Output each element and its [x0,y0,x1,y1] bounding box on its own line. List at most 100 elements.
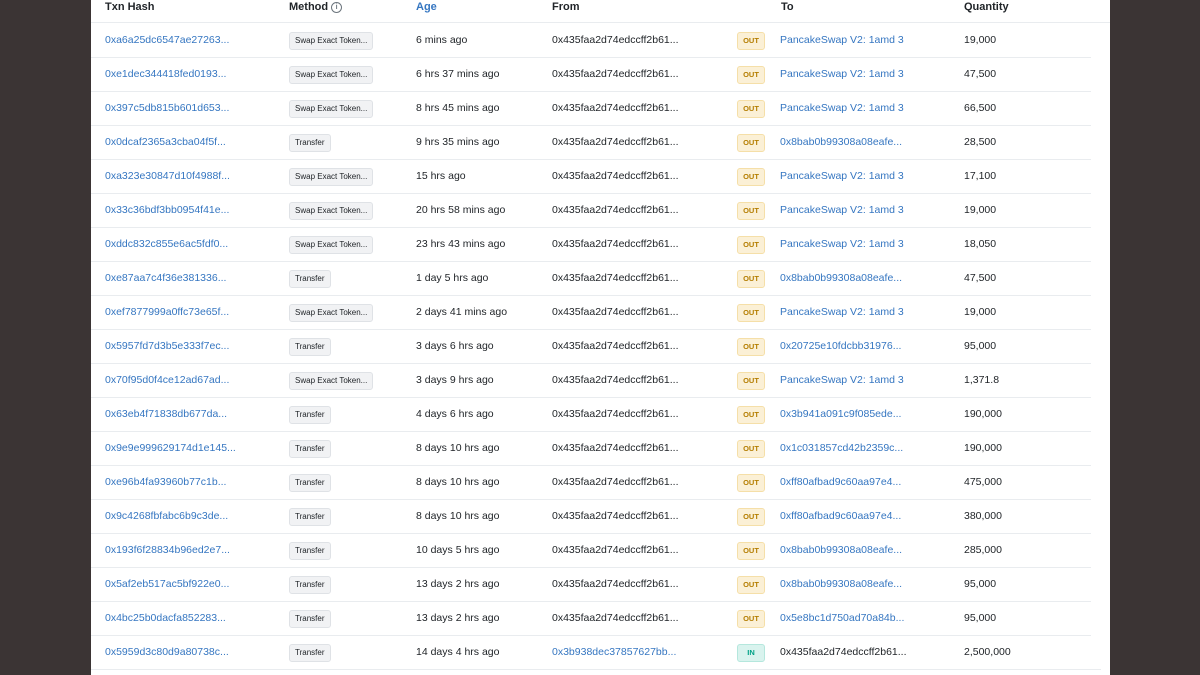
direction-badge: OUT [737,202,765,220]
direction-badge: OUT [737,304,765,322]
from-address: 0x435faa2d74edccff2b61... [552,102,679,114]
token-transfers-panel: Txn Hash Method i Age From To Quantity 0x… [91,0,1110,675]
to-address[interactable]: 0x8bab0b99308a08eafe... [780,261,902,295]
to-address[interactable]: PancakeSwap V2: 1amd 3 [780,363,904,397]
header-method-label: Method [289,1,329,13]
header-to: To [781,1,794,13]
table-row: 0x9c4268fbfabc6b9c3de... Transfer 8 days 1… [91,499,1091,534]
direction-badge: OUT [737,542,765,560]
table-row: 0x70f95d0f4ce12ad67ad... Swap Exact Token… [91,363,1091,398]
method-badge: Swap Exact Token... [289,168,374,186]
from-address: 0x435faa2d74edccff2b61... [552,238,679,250]
age-text: 8 days 10 hrs ago [416,476,500,488]
from-address: 0x435faa2d74edccff2b61... [552,34,679,46]
txn-hash-link[interactable]: 0xddc832c855e6ac5fdf0... [105,227,228,261]
table-row: 0xa6a25dc6547ae27263... Swap Exact Token.… [91,23,1091,58]
to-address[interactable]: 0x1c031857cd42b2359c... [780,431,903,465]
txn-hash-link[interactable]: 0x397c5db815b601d653... [105,91,229,125]
to-address[interactable]: PancakeSwap V2: 1amd 3 [780,159,904,193]
txn-hash-link[interactable]: 0x70f95d0f4ce12ad67ad... [105,363,229,397]
method-badge: Transfer [289,542,331,560]
txn-hash-link[interactable]: 0xe1dec344418fed0193... [105,57,226,91]
txn-hash-link[interactable]: 0x4bc25b0dacfa852283... [105,601,226,635]
age-text: 23 hrs 43 mins ago [416,238,506,250]
method-badge: Transfer [289,644,331,662]
age-text: 1 day 5 hrs ago [416,272,489,284]
quantity-value: 95,000 [964,340,997,352]
age-text: 13 days 2 hrs ago [416,612,500,624]
method-badge: Swap Exact Token... [289,32,374,50]
method-badge: Swap Exact Token... [289,236,374,254]
to-address[interactable]: 0x8bab0b99308a08eafe... [780,125,902,159]
txn-hash-link[interactable]: 0x9c4268fbfabc6b9c3de... [105,499,228,533]
to-address[interactable]: PancakeSwap V2: 1amd 3 [780,91,904,125]
direction-badge: OUT [737,338,765,356]
txn-hash-link[interactable]: 0xa323e30847d10f4988f... [105,159,230,193]
from-address: 0x435faa2d74edccff2b61... [552,204,679,216]
age-text: 10 days 5 hrs ago [416,544,500,556]
txn-hash-link[interactable]: 0x5957fd7d3b5e333f7ec... [105,329,229,363]
table-row: 0xe1dec344418fed0193... Swap Exact Token.… [91,57,1091,92]
txn-hash-link[interactable]: 0xe96b4fa93960b77c1b... [105,465,226,499]
from-address: 0x435faa2d74edccff2b61... [552,374,679,386]
quantity-value: 95,000 [964,578,997,590]
to-address[interactable]: 0x8bab0b99308a08eafe... [780,567,902,601]
quantity-value: 47,500 [964,272,997,284]
table-row: 0xe96b4fa93960b77c1b... Transfer 8 days 10… [91,465,1091,500]
to-address[interactable]: 0x8bab0b99308a08eafe... [780,533,902,567]
method-badge: Transfer [289,508,331,526]
method-badge: Swap Exact Token... [289,372,374,390]
to-address[interactable]: 0x20725e10fdcbb31976... [780,329,901,363]
from-address: 0x435faa2d74edccff2b61... [552,442,679,454]
from-address[interactable]: 0x3b938dec37857627bb... [552,635,676,669]
to-address[interactable]: PancakeSwap V2: 1amd 3 [780,295,904,329]
txn-hash-link[interactable]: 0xef7877999a0ffc73e65f... [105,295,229,329]
to-address[interactable]: PancakeSwap V2: 1amd 3 [780,23,904,57]
header-txn-hash: Txn Hash [105,1,155,13]
method-badge: Transfer [289,610,331,628]
age-text: 14 days 4 hrs ago [416,646,500,658]
header-method: Method i [289,0,343,14]
table-row: 0x193f6f28834b96ed2e7... Transfer 10 days … [91,533,1091,568]
txn-hash-link[interactable]: 0x63eb4f71838db677da... [105,397,227,431]
method-badge: Swap Exact Token... [289,304,374,322]
txn-hash-link[interactable]: 0x0dcaf2365a3cba04f5f... [105,125,226,159]
table-row: 0x9e9e999629174d1e145... Transfer 8 days 1… [91,431,1091,466]
quantity-value: 190,000 [964,408,1002,420]
direction-badge: OUT [737,440,765,458]
method-badge: Swap Exact Token... [289,100,374,118]
to-address[interactable]: 0x5e8bc1d750ad70a84b... [780,601,904,635]
age-text: 20 hrs 58 mins ago [416,204,506,216]
direction-badge: OUT [737,100,765,118]
age-text: 8 hrs 45 mins ago [416,102,500,114]
txn-hash-link[interactable]: 0xa6a25dc6547ae27263... [105,23,229,57]
to-address[interactable]: PancakeSwap V2: 1amd 3 [780,227,904,261]
from-address: 0x435faa2d74edccff2b61... [552,170,679,182]
txn-hash-link[interactable]: 0x9e9e999629174d1e145... [105,431,236,465]
quantity-value: 28,500 [964,136,997,148]
direction-badge: OUT [737,372,765,390]
from-address: 0x435faa2d74edccff2b61... [552,136,679,148]
txn-hash-link[interactable]: 0xe87aa7c4f36e381336... [105,261,226,295]
to-address[interactable]: 0xff80afbad9c60aa97e4... [780,465,901,499]
table-row: 0xa323e30847d10f4988f... Swap Exact Token… [91,159,1091,194]
to-address[interactable]: 0x3b941a091c9f085ede... [780,397,901,431]
age-text: 3 days 9 hrs ago [416,374,494,386]
txn-hash-link[interactable]: 0x193f6f28834b96ed2e7... [105,533,230,567]
txn-hash-link[interactable]: 0x5959d3c80d9a80738c... [105,635,229,669]
method-badge: Transfer [289,474,331,492]
to-address[interactable]: PancakeSwap V2: 1amd 3 [780,193,904,227]
header-age-toggle[interactable]: Age [416,0,437,14]
to-address[interactable]: PancakeSwap V2: 1amd 3 [780,57,904,91]
header-from: From [552,1,580,13]
to-address[interactable]: 0xff80afbad9c60aa97e4... [780,499,901,533]
method-badge: Transfer [289,406,331,424]
info-icon[interactable]: i [331,2,343,13]
quantity-value: 17,100 [964,170,997,182]
method-badge: Transfer [289,440,331,458]
age-text: 8 days 10 hrs ago [416,510,500,522]
direction-badge: OUT [737,610,765,628]
txn-hash-link[interactable]: 0x33c36bdf3bb0954f41e... [105,193,229,227]
txn-hash-link[interactable]: 0x5af2eb517ac5bf922e0... [105,567,229,601]
from-address: 0x435faa2d74edccff2b61... [552,476,679,488]
